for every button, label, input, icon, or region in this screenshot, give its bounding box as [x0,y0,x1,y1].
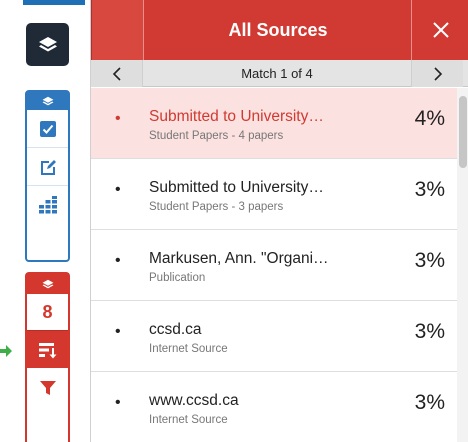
scroll-thumb[interactable] [459,96,467,168]
all-sources-panel: All Sources Match 1 of 4 • Submitted to … [90,0,468,442]
previous-match-button[interactable] [91,60,143,87]
source-row[interactable]: • Markusen, Ann. "Organi… Publication 3% [91,230,457,301]
source-row[interactable]: • www.ccsd.ca Internet Source 3% [91,372,457,442]
source-type: Student Papers - 3 papers [149,201,284,213]
grid-tool-button[interactable] [27,186,68,224]
pointer-arrow-icon [0,345,12,357]
filter-icon [39,381,56,395]
source-type: Publication [149,272,206,284]
source-percent: 3% [414,178,445,201]
source-title: Submitted to University… [149,179,324,196]
chevron-left-icon [112,66,121,81]
bullet-icon: • [115,181,121,198]
edit-icon [40,159,56,175]
panel-header: All Sources [91,0,468,60]
checkbox-tool-button[interactable] [27,110,68,148]
chevron-right-icon [433,66,442,81]
similarity-count-button[interactable]: 8 [27,294,68,330]
left-toolbar: 8 [0,0,90,442]
source-percent: 3% [414,391,445,414]
source-percent: 3% [414,320,445,343]
similarity-tools-header [27,274,68,294]
source-row[interactable]: • Submitted to University… Student Paper… [91,159,457,230]
layers-icon [42,96,53,105]
source-row[interactable]: • Submitted to University… Student Paper… [91,88,457,159]
source-title: Markusen, Ann. "Organi… [149,250,329,267]
bullet-icon: • [115,110,121,127]
checkbox-icon [39,120,56,137]
source-title: ccsd.ca [149,321,202,338]
bullet-icon: • [115,323,121,340]
filter-button[interactable] [27,368,68,408]
next-match-button[interactable] [411,60,463,87]
sources-list-button[interactable] [27,330,68,368]
bullet-icon: • [115,394,121,411]
source-row[interactable]: • ccsd.ca Internet Source 3% [91,301,457,372]
source-type: Student Papers - 4 papers [149,130,284,142]
panel-title: All Sources [228,20,328,40]
layers-icon [42,279,53,288]
view-tools-header [27,92,68,110]
scrollbar[interactable] [457,88,468,442]
similarity-tools-group: 8 [25,272,70,442]
source-type: Internet Source [149,343,228,355]
edit-tool-button[interactable] [27,148,68,186]
source-title: www.ccsd.ca [149,392,239,409]
source-percent: 3% [414,249,445,272]
source-type: Internet Source [149,414,228,426]
source-percent: 4% [414,107,445,130]
match-counter: Match 1 of 4 [241,66,313,81]
layers-button[interactable] [26,23,69,66]
layers-icon [38,36,57,51]
close-button[interactable] [412,0,468,60]
sources-list: • Submitted to University… Student Paper… [91,88,457,442]
source-title: Submitted to University… [149,108,324,125]
bullet-icon: • [115,252,121,269]
close-icon [433,22,449,38]
view-tools-group [25,90,70,262]
grid-icon [38,196,57,214]
sort-list-icon [38,342,56,358]
match-navigator: Match 1 of 4 [91,60,468,87]
